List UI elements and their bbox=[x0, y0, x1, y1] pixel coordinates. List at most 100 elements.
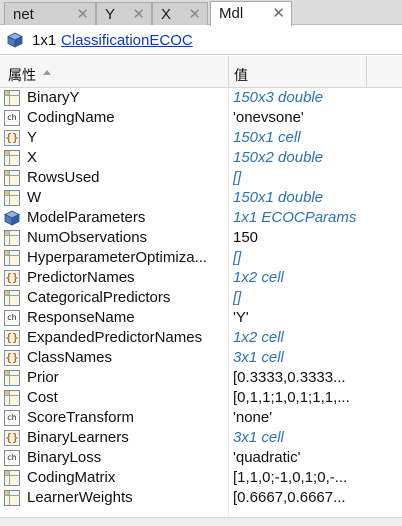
tab-close-icon[interactable]: ✕ bbox=[272, 4, 285, 22]
property-name: Y bbox=[27, 129, 38, 146]
char-array-icon: ch bbox=[4, 410, 20, 426]
property-value[interactable]: [0,1,1;1,0,1;1,1,... bbox=[233, 388, 363, 408]
numeric-array-icon bbox=[4, 490, 20, 506]
numeric-array-icon bbox=[4, 150, 20, 166]
cell-array-icon: {} bbox=[4, 430, 20, 446]
property-value[interactable]: [1,1,0;-1,0,1;0,-... bbox=[233, 468, 363, 488]
property-column-header[interactable]: 属性 bbox=[8, 65, 36, 85]
column-divider[interactable] bbox=[228, 56, 229, 87]
property-name: X bbox=[27, 149, 38, 166]
cell-array-icon: {} bbox=[4, 350, 20, 366]
property-row[interactable]: {} PredictorNames 1x2 cell bbox=[0, 268, 402, 288]
property-name: BinaryLoss bbox=[27, 449, 102, 466]
property-value[interactable]: 3x1 cell bbox=[233, 428, 363, 448]
property-row[interactable]: ch BinaryLoss 'quadratic' bbox=[0, 448, 402, 468]
property-name: ExpandedPredictorNames bbox=[27, 329, 203, 346]
property-name: ModelParameters bbox=[27, 209, 146, 226]
property-name: BinaryY bbox=[27, 89, 80, 106]
tab-mdl[interactable]: Mdl ✕ bbox=[210, 1, 292, 26]
tab-label: Y bbox=[105, 6, 116, 23]
tab-y[interactable]: Y ✕ bbox=[96, 2, 152, 25]
property-row[interactable]: LearnerWeights [0.6667,0.6667... bbox=[0, 488, 402, 508]
tab-close-icon[interactable]: ✕ bbox=[76, 5, 89, 23]
property-name: CodingName bbox=[27, 109, 115, 126]
property-row[interactable]: {} Y 150x1 cell bbox=[0, 128, 402, 148]
tab-label: X bbox=[161, 6, 172, 23]
cell-array-icon: {} bbox=[4, 330, 20, 346]
numeric-array-icon bbox=[4, 370, 20, 386]
property-row[interactable]: ch ResponseName 'Y' bbox=[0, 308, 402, 328]
property-row[interactable]: NumObservations 150 bbox=[0, 228, 402, 248]
property-value[interactable]: 150 bbox=[233, 228, 363, 248]
property-value[interactable]: 3x1 cell bbox=[233, 348, 363, 368]
property-row[interactable]: RowsUsed [] bbox=[0, 168, 402, 188]
property-row[interactable]: CategoricalPredictors [] bbox=[0, 288, 402, 308]
property-name: ResponseName bbox=[27, 309, 135, 326]
tab-close-icon[interactable]: ✕ bbox=[188, 5, 201, 23]
property-row[interactable]: {} ClassNames 3x1 cell bbox=[0, 348, 402, 368]
property-value[interactable]: 150x1 cell bbox=[233, 128, 363, 148]
property-value[interactable]: 'Y' bbox=[233, 308, 363, 328]
property-name: LearnerWeights bbox=[27, 489, 133, 506]
property-value[interactable]: [0.3333,0.3333... bbox=[233, 368, 363, 388]
char-array-icon: ch bbox=[4, 450, 20, 466]
column-header: 属性 值 bbox=[0, 56, 402, 88]
column-divider[interactable] bbox=[366, 56, 367, 87]
numeric-array-icon bbox=[4, 230, 20, 246]
property-list: BinaryY 150x3 double ch CodingName 'onevsone… bbox=[0, 88, 402, 508]
property-row[interactable]: ch ScoreTransform 'none' bbox=[0, 408, 402, 428]
property-value[interactable]: 150x2 double bbox=[233, 148, 363, 168]
property-value[interactable]: [] bbox=[233, 288, 363, 308]
property-row[interactable]: X 150x2 double bbox=[0, 148, 402, 168]
class-link[interactable]: ClassificationECOC bbox=[61, 32, 193, 49]
numeric-array-icon bbox=[4, 170, 20, 186]
numeric-array-icon bbox=[4, 290, 20, 306]
property-name: Prior bbox=[27, 369, 59, 386]
property-value[interactable]: 1x2 cell bbox=[233, 328, 363, 348]
property-value[interactable]: [0.6667,0.6667... bbox=[233, 488, 363, 508]
numeric-array-icon bbox=[4, 250, 20, 266]
char-array-icon: ch bbox=[4, 310, 20, 326]
object-cube-icon bbox=[4, 210, 20, 226]
object-cube-icon bbox=[7, 32, 23, 48]
value-column-header[interactable]: 值 bbox=[234, 65, 248, 85]
cell-array-icon: {} bbox=[4, 270, 20, 286]
property-value[interactable]: [] bbox=[233, 248, 363, 268]
cell-array-icon: {} bbox=[4, 130, 20, 146]
property-row[interactable]: Cost [0,1,1;1,0,1;1,1,... bbox=[0, 388, 402, 408]
property-name: PredictorNames bbox=[27, 269, 135, 286]
tab-label: net bbox=[13, 6, 34, 23]
property-name: W bbox=[27, 189, 42, 206]
property-name: BinaryLearners bbox=[27, 429, 129, 446]
property-name: HyperparameterOptimiza... bbox=[27, 249, 208, 266]
property-value[interactable]: [] bbox=[233, 168, 363, 188]
tab-x[interactable]: X ✕ bbox=[152, 2, 208, 25]
tab-net[interactable]: net ✕ bbox=[4, 2, 96, 25]
char-array-icon: ch bbox=[4, 110, 20, 126]
property-row[interactable]: {} ExpandedPredictorNames 1x2 cell bbox=[0, 328, 402, 348]
property-value[interactable]: 'quadratic' bbox=[233, 448, 363, 468]
property-value[interactable]: 'onevsone' bbox=[233, 108, 363, 128]
property-value[interactable]: 1x2 cell bbox=[233, 268, 363, 288]
property-name: ScoreTransform bbox=[27, 409, 134, 426]
property-value[interactable]: 1x1 ECOCParams bbox=[233, 208, 363, 228]
property-row[interactable]: BinaryY 150x3 double bbox=[0, 88, 402, 108]
tab-close-icon[interactable]: ✕ bbox=[132, 5, 145, 23]
property-row[interactable]: Prior [0.3333,0.3333... bbox=[0, 368, 402, 388]
property-row[interactable]: W 150x1 double bbox=[0, 188, 402, 208]
property-value[interactable]: 150x3 double bbox=[233, 88, 363, 108]
variable-header: 1x1 ClassificationECOC bbox=[0, 26, 402, 55]
numeric-array-icon bbox=[4, 390, 20, 406]
property-name: ClassNames bbox=[27, 349, 113, 366]
property-value[interactable]: 'none' bbox=[233, 408, 363, 428]
tab-bar: net ✕ Y ✕ X ✕ Mdl ✕ bbox=[0, 0, 402, 26]
property-name: RowsUsed bbox=[27, 169, 100, 186]
property-row[interactable]: ch CodingName 'onevsone' bbox=[0, 108, 402, 128]
tab-label: Mdl bbox=[219, 5, 244, 22]
property-row[interactable]: ModelParameters 1x1 ECOCParams bbox=[0, 208, 402, 228]
property-value[interactable]: 150x1 double bbox=[233, 188, 363, 208]
property-row[interactable]: CodingMatrix [1,1,0;-1,0,1;0,-... bbox=[0, 468, 402, 488]
property-row[interactable]: HyperparameterOptimiza... [] bbox=[0, 248, 402, 268]
variable-size: 1x1 bbox=[32, 32, 57, 49]
property-row[interactable]: {} BinaryLearners 3x1 cell bbox=[0, 428, 402, 448]
